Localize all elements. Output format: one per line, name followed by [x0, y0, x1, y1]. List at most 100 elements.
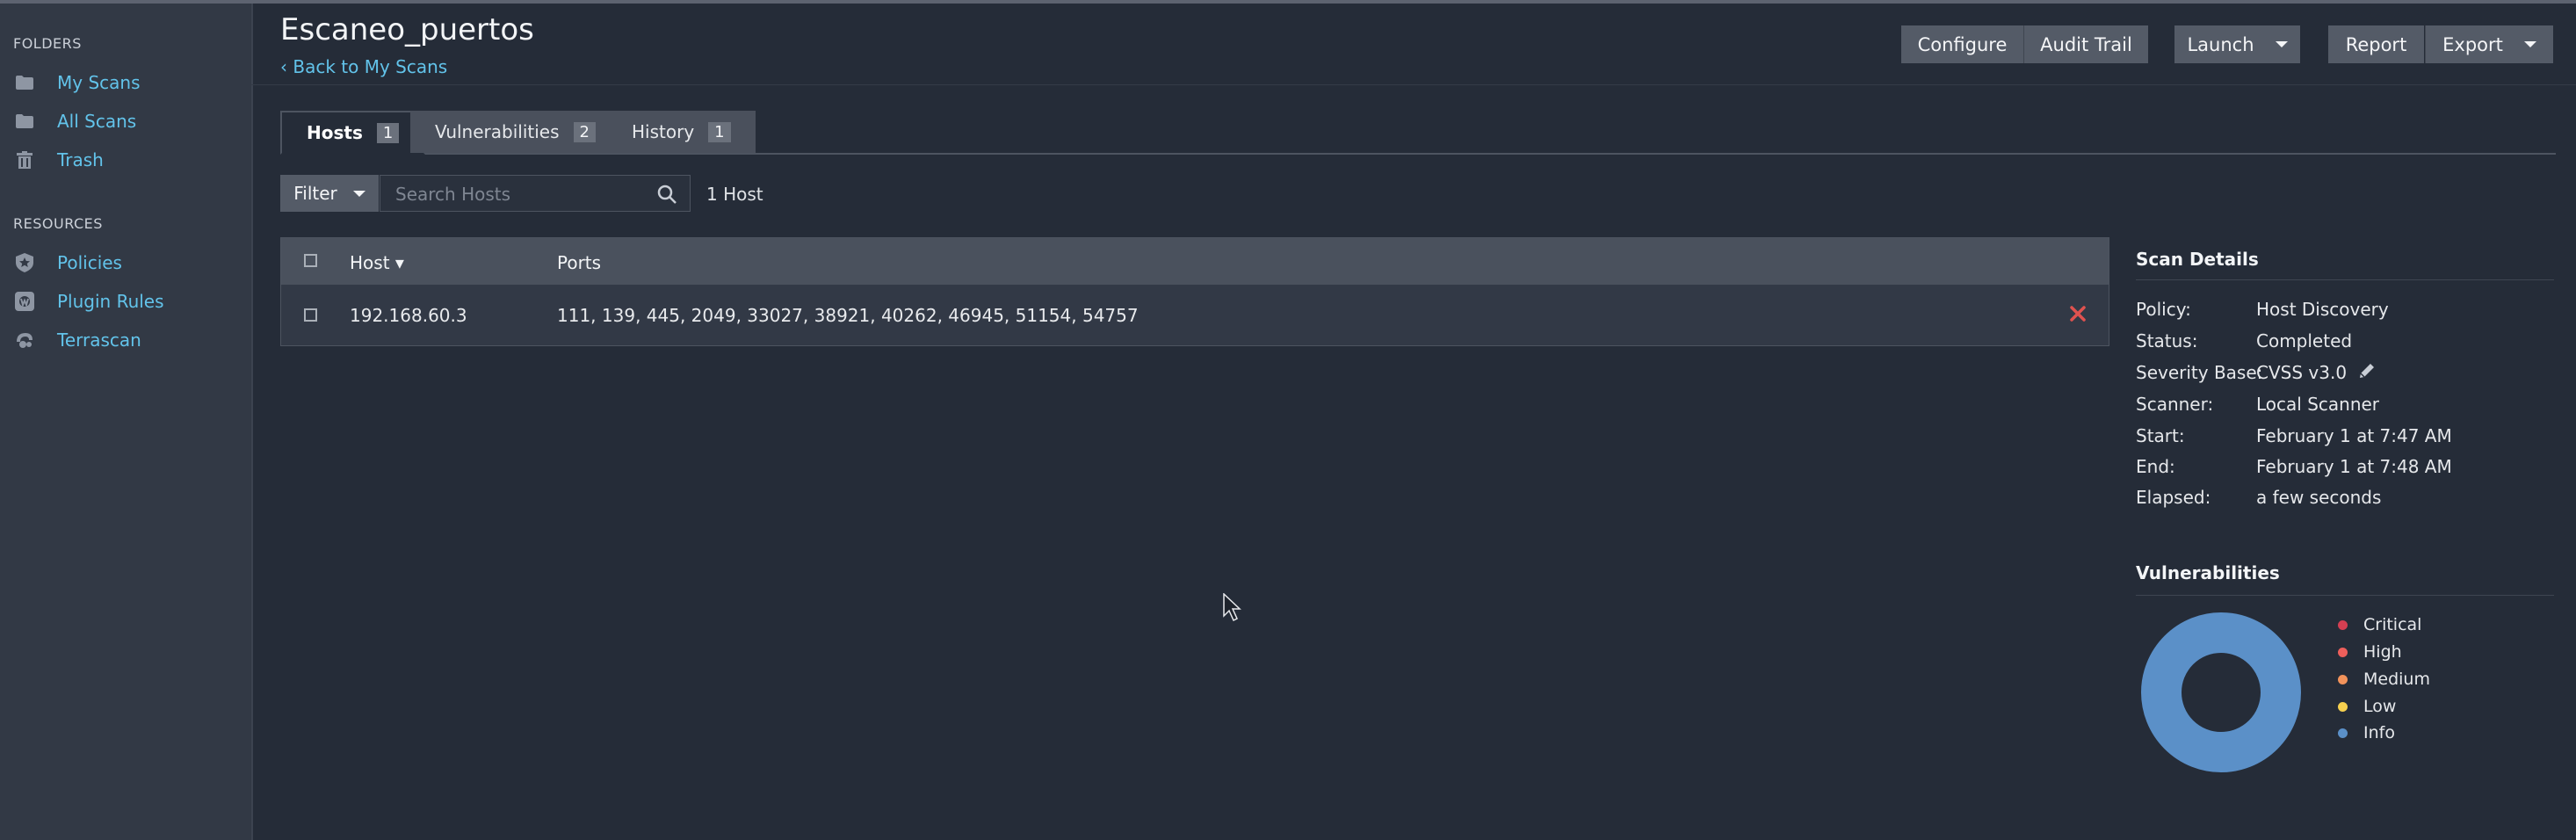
- row-checkbox[interactable]: [304, 308, 317, 322]
- sidebar: FOLDERS My Scans All Scans Trash RESOURC…: [0, 4, 253, 840]
- tab-label: History: [632, 121, 695, 142]
- legend-dot-high: [2338, 647, 2348, 657]
- select-all-checkbox[interactable]: [304, 254, 317, 267]
- sidebar-item-label: Terrascan: [57, 329, 141, 351]
- report-button[interactable]: Report: [2328, 25, 2424, 63]
- detail-label-start: Start:: [2136, 425, 2185, 446]
- legend-item-low: Low: [2338, 696, 2396, 717]
- export-button[interactable]: Export: [2425, 25, 2553, 63]
- column-header-host[interactable]: Host ▾: [350, 252, 404, 273]
- legend-dot-info: [2338, 728, 2348, 738]
- tab-vulnerabilities[interactable]: Vulnerabilities 2: [410, 111, 620, 153]
- sidebar-item-policies[interactable]: Policies: [13, 249, 122, 277]
- detail-label-end: End:: [2136, 456, 2175, 477]
- header-divider: [251, 84, 2576, 85]
- resources-heading: RESOURCES: [13, 215, 103, 232]
- tab-label: Vulnerabilities: [435, 121, 560, 142]
- chevron-left-icon: ‹: [280, 56, 293, 77]
- legend-item-medium: Medium: [2338, 669, 2430, 690]
- tab-history[interactable]: History 1: [607, 111, 756, 153]
- scan-details-title: Scan Details: [2136, 249, 2259, 270]
- donut-segment-info[interactable]: [2141, 612, 2301, 772]
- legend-dot-critical: [2338, 619, 2348, 630]
- detail-value-start: February 1 at 7:47 AM: [2256, 425, 2452, 446]
- detail-label-status: Status:: [2136, 330, 2198, 351]
- detail-value-scanner: Local Scanner: [2256, 394, 2380, 415]
- tabs-underline: [280, 153, 2556, 155]
- legend-label: High: [2363, 642, 2402, 662]
- detail-label-policy: Policy:: [2136, 299, 2191, 320]
- sidebar-item-label: Plugin Rules: [57, 291, 164, 312]
- configure-button[interactable]: Configure: [1901, 25, 2023, 63]
- legend-label: Low: [2363, 697, 2397, 716]
- sidebar-item-label: All Scans: [57, 111, 137, 132]
- policy-shield-icon: [13, 251, 36, 274]
- back-to-my-scans-link[interactable]: ‹ Back to My Scans: [280, 56, 447, 77]
- legend-label: Medium: [2363, 670, 2430, 689]
- scan-details-divider: [2136, 279, 2554, 280]
- legend-item-high: High: [2338, 641, 2402, 663]
- legend-label: Info: [2363, 723, 2395, 742]
- sidebar-item-label: Trash: [57, 149, 104, 170]
- table-row[interactable]: 192.168.60.3 111, 139, 445, 2049, 33027,…: [281, 285, 2109, 345]
- trash-icon: [13, 148, 36, 171]
- host-count: 1 Host: [706, 184, 763, 205]
- launch-button-label: Launch: [2187, 33, 2254, 55]
- legend-label: Critical: [2363, 615, 2422, 634]
- search-box: [380, 175, 691, 213]
- terrascan-icon: [13, 329, 36, 351]
- sidebar-item-my-scans[interactable]: My Scans: [13, 69, 141, 97]
- legend-item-info: Info: [2338, 722, 2395, 743]
- detail-value-elapsed: a few seconds: [2256, 487, 2382, 508]
- tab-count-badge: 1: [708, 121, 731, 142]
- launch-button[interactable]: Launch: [2174, 25, 2300, 63]
- tab-count-badge: 1: [376, 122, 400, 143]
- legend-item-critical: Critical: [2338, 614, 2421, 635]
- table-header: Host ▾ Ports: [281, 238, 2109, 285]
- tab-label: Hosts: [307, 122, 363, 143]
- vulnerabilities-donut-chart[interactable]: [2141, 612, 2301, 772]
- detail-label-scanner: Scanner:: [2136, 394, 2214, 415]
- tab-count-badge: 2: [573, 121, 596, 142]
- sidebar-item-terrascan[interactable]: Terrascan: [13, 326, 141, 354]
- legend-dot-low: [2338, 701, 2348, 712]
- mouse-cursor-icon: [1223, 593, 1241, 622]
- hosts-table: Host ▾ Ports 192.168.60.3 111, 139, 445,…: [280, 237, 2109, 346]
- folder-icon: [13, 110, 36, 133]
- column-header-ports: Ports: [557, 252, 602, 273]
- folders-heading: FOLDERS: [13, 35, 82, 52]
- pencil-edit-icon[interactable]: [2357, 361, 2377, 380]
- ports-cell: 111, 139, 445, 2049, 33027, 38921, 40262…: [557, 305, 1139, 326]
- sidebar-item-label: Policies: [57, 252, 122, 273]
- sidebar-item-label: My Scans: [57, 72, 141, 93]
- search-input[interactable]: [380, 176, 661, 213]
- tab-hosts[interactable]: Hosts 1: [280, 111, 426, 155]
- caret-down-icon: [2523, 41, 2536, 47]
- caret-down-icon: [2275, 41, 2288, 47]
- detail-value-policy: Host Discovery: [2256, 299, 2389, 320]
- vulnerabilities-divider: [2136, 595, 2554, 596]
- legend-dot-medium: [2338, 674, 2348, 684]
- export-button-label: Export: [2442, 33, 2503, 55]
- detail-value-end: February 1 at 7:48 AM: [2256, 456, 2452, 477]
- search-icon[interactable]: [656, 184, 677, 205]
- page-title: Escaneo_puertos: [280, 12, 534, 47]
- audit-trail-button[interactable]: Audit Trail: [2023, 25, 2148, 63]
- filter-button[interactable]: Filter: [280, 175, 379, 212]
- sidebar-item-trash[interactable]: Trash: [13, 146, 104, 174]
- host-cell: 192.168.60.3: [350, 305, 467, 326]
- detail-label-severity-base: Severity Base:: [2136, 362, 2263, 383]
- sidebar-item-plugin-rules[interactable]: Plugin Rules: [13, 287, 164, 315]
- plugin-rules-icon: [13, 290, 36, 313]
- sidebar-item-all-scans[interactable]: All Scans: [13, 107, 136, 135]
- detail-value-severity-base: CVSS v3.0: [2256, 362, 2348, 383]
- window-top-border: [0, 0, 2576, 4]
- delete-icon[interactable]: [2069, 305, 2087, 322]
- filter-button-label: Filter: [293, 183, 337, 204]
- back-link-label: Back to My Scans: [293, 56, 448, 77]
- detail-label-elapsed: Elapsed:: [2136, 487, 2211, 508]
- caret-down-icon: [352, 190, 365, 197]
- folder-icon: [13, 71, 36, 94]
- detail-value-status: Completed: [2256, 330, 2353, 351]
- vulnerabilities-title: Vulnerabilities: [2136, 562, 2280, 583]
